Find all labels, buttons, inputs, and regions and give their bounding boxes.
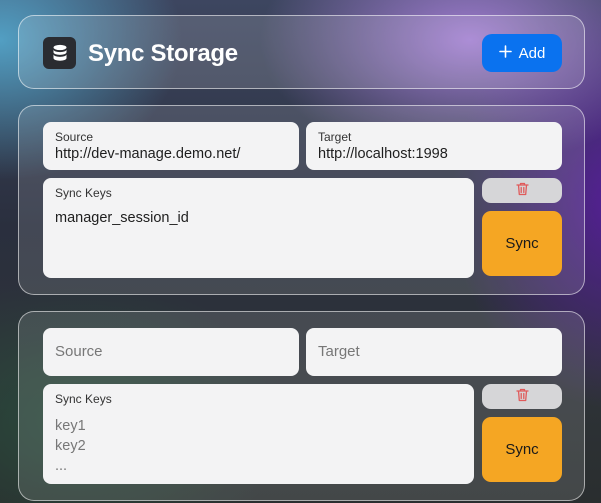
app-header: Sync Storage Add	[18, 15, 585, 89]
target-placeholder[interactable]: Target	[318, 343, 360, 360]
sync-entry-card: Source Target Sync Keys key1 key2 ... Sy…	[18, 311, 585, 501]
source-value[interactable]: http://dev-manage.demo.net/	[55, 146, 240, 162]
target-field[interactable]: Target http://localhost:1998	[306, 122, 562, 170]
delete-button[interactable]	[482, 178, 562, 203]
add-button-label: Add	[518, 44, 546, 62]
delete-button[interactable]	[482, 384, 562, 409]
source-label: Source	[55, 130, 94, 144]
sync-button[interactable]: Sync	[482, 211, 562, 276]
page-title: Sync Storage	[88, 40, 238, 67]
sync-keys-label: Sync Keys	[55, 392, 112, 406]
target-label: Target	[318, 130, 352, 144]
sync-button[interactable]: Sync	[482, 417, 562, 482]
add-button[interactable]: Add	[482, 34, 562, 72]
trash-icon	[515, 182, 529, 199]
sync-keys-field[interactable]: Sync Keys manager_session_id	[43, 178, 474, 278]
target-field[interactable]: Target	[306, 328, 562, 376]
source-field[interactable]: Source http://dev-manage.demo.net/	[43, 122, 299, 170]
target-value[interactable]: http://localhost:1998	[318, 146, 448, 162]
source-placeholder[interactable]: Source	[55, 343, 103, 360]
plus-icon	[498, 44, 512, 62]
trash-icon	[515, 388, 529, 405]
sync-keys-placeholder[interactable]: key1 key2 ...	[55, 416, 86, 476]
sync-keys-label: Sync Keys	[55, 186, 112, 200]
source-field[interactable]: Source	[43, 328, 299, 376]
sync-entry-card: Source http://dev-manage.demo.net/ Targe…	[18, 105, 585, 295]
database-icon	[43, 37, 76, 69]
sync-keys-field[interactable]: Sync Keys key1 key2 ...	[43, 384, 474, 484]
sync-keys-value[interactable]: manager_session_id	[55, 210, 189, 226]
